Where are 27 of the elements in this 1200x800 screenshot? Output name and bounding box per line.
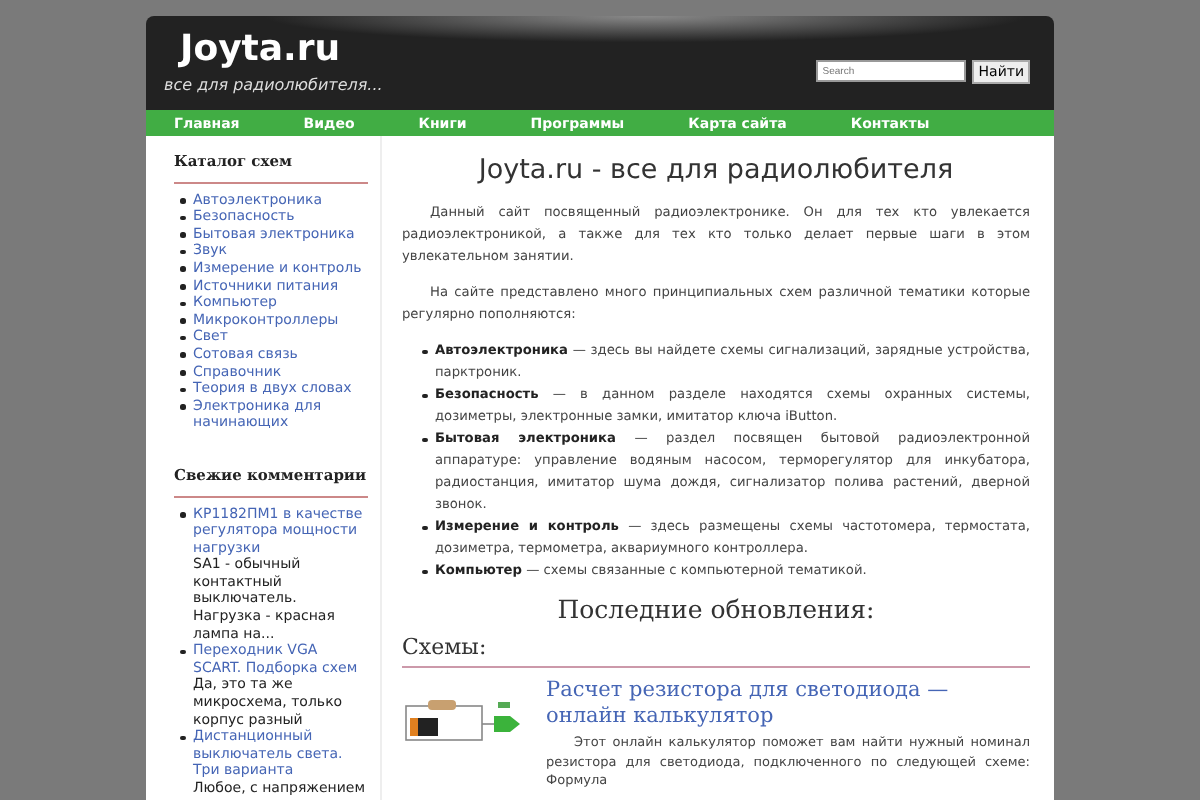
post-title-link[interactable]: Расчет резистора для светодиода — онлайн калькулятор (546, 678, 1030, 730)
bullet-icon (180, 512, 185, 517)
bullet-icon (180, 301, 185, 307)
bullet-icon (180, 370, 185, 376)
bullet-icon (180, 215, 185, 221)
bullet-icon (422, 437, 427, 442)
bullet-icon (422, 525, 427, 530)
bullet-icon (180, 352, 185, 358)
category-heading: Схемы: (402, 636, 1030, 668)
bullet-icon (180, 387, 185, 393)
site-tagline: все для радиолюбителя... (164, 76, 383, 94)
bullet-icon (180, 232, 185, 238)
bullet-icon (180, 649, 185, 655)
site-title[interactable]: Joyta.ru (180, 30, 383, 70)
updates-heading: Последние обновления: (555, 598, 877, 620)
bullet-icon (180, 735, 185, 741)
bullet-icon (180, 335, 185, 341)
bullet-icon (422, 349, 427, 354)
bullet-icon (180, 284, 185, 290)
page-title: Joyta.ru - все для радиолюбителя (475, 154, 956, 186)
bullet-icon (422, 569, 427, 574)
bullet-icon (180, 404, 185, 410)
bullet-icon (180, 318, 185, 324)
bullet-icon (180, 249, 185, 255)
bullet-icon (180, 198, 185, 204)
bullet-icon (180, 266, 185, 272)
bullet-icon (422, 393, 427, 398)
